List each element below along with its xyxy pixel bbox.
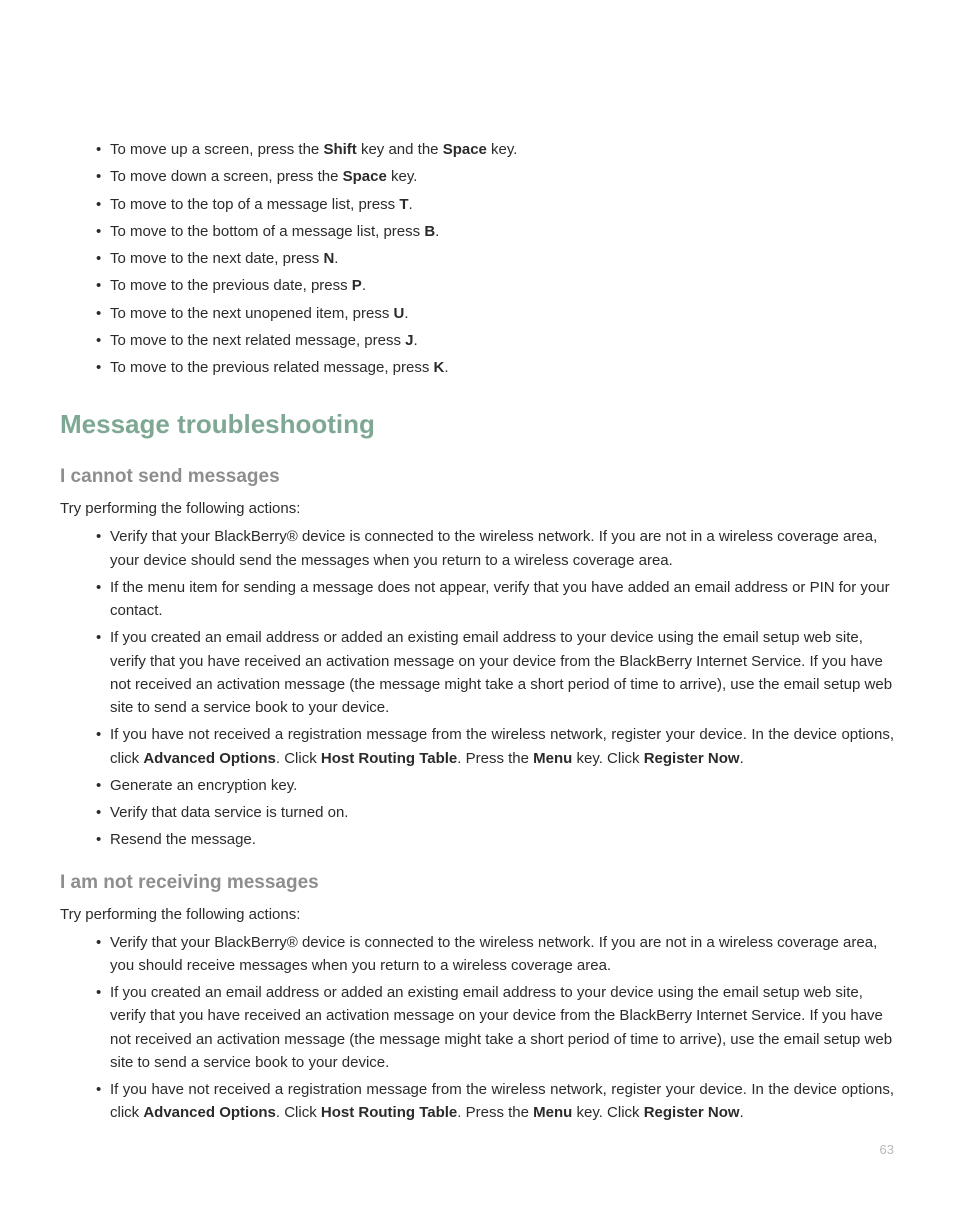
body-text: Verify that your BlackBerry® device is c… bbox=[110, 528, 877, 568]
shortcut-text: To move down a screen, press the bbox=[110, 168, 343, 185]
cannot-send-list: Verify that your BlackBerry® device is c… bbox=[60, 525, 894, 851]
shortcut-item: To move to the previous date, press P. bbox=[110, 274, 894, 297]
body-text: . Press the bbox=[457, 750, 533, 767]
list-item: Verify that data service is turned on. bbox=[110, 801, 894, 824]
body-text: . Click bbox=[276, 1104, 321, 1121]
intro-text: Try performing the following actions: bbox=[60, 906, 894, 923]
list-item: If you created an email address or added… bbox=[110, 626, 894, 719]
shortcut-text: To move to the next unopened item, press bbox=[110, 305, 394, 322]
list-item: If the menu item for sending a message d… bbox=[110, 576, 894, 623]
shortcut-text: . bbox=[444, 359, 448, 376]
shortcut-key: P bbox=[352, 277, 362, 294]
body-text: . Click bbox=[276, 750, 321, 767]
bold-label: Host Routing Table bbox=[321, 1104, 457, 1121]
body-text: Resend the message. bbox=[110, 831, 256, 848]
bold-label: Menu bbox=[533, 750, 572, 767]
shortcut-item: To move to the next date, press N. bbox=[110, 247, 894, 270]
shortcut-text: . bbox=[408, 196, 412, 213]
shortcut-item: To move to the next related message, pre… bbox=[110, 329, 894, 352]
shortcut-key: B bbox=[424, 223, 435, 240]
shortcut-key: K bbox=[434, 359, 445, 376]
body-text: If you created an email address or added… bbox=[110, 629, 892, 716]
body-text: Verify that data service is turned on. bbox=[110, 804, 348, 821]
subsection-heading-not-receiving: I am not receiving messages bbox=[60, 872, 894, 894]
shortcut-text: To move to the previous date, press bbox=[110, 277, 352, 294]
shortcut-text: . bbox=[334, 250, 338, 267]
shortcut-item: To move to the bottom of a message list,… bbox=[110, 220, 894, 243]
shortcut-key: Shift bbox=[323, 141, 356, 158]
body-text: key. Click bbox=[572, 750, 643, 767]
body-text: . Press the bbox=[457, 1104, 533, 1121]
list-item: If you created an email address or added… bbox=[110, 981, 894, 1074]
body-text: . bbox=[740, 1104, 744, 1121]
body-text: Generate an encryption key. bbox=[110, 777, 297, 794]
shortcut-item: To move to the next unopened item, press… bbox=[110, 302, 894, 325]
shortcut-text: key and the bbox=[357, 141, 443, 158]
shortcut-key: J bbox=[405, 332, 413, 349]
shortcut-text: To move to the next date, press bbox=[110, 250, 323, 267]
shortcut-text: To move to the bottom of a message list,… bbox=[110, 223, 424, 240]
bold-label: Register Now bbox=[644, 1104, 740, 1121]
body-text: key. Click bbox=[572, 1104, 643, 1121]
body-text: If you created an email address or added… bbox=[110, 984, 892, 1071]
shortcut-key: U bbox=[394, 305, 405, 322]
shortcut-text: . bbox=[414, 332, 418, 349]
subsection-heading-cannot-send: I cannot send messages bbox=[60, 466, 894, 488]
list-item: Resend the message. bbox=[110, 828, 894, 851]
shortcut-item: To move to the previous related message,… bbox=[110, 356, 894, 379]
body-text: If the menu item for sending a message d… bbox=[110, 579, 890, 619]
shortcut-text: key. bbox=[387, 168, 418, 185]
list-item: If you have not received a registration … bbox=[110, 1078, 894, 1125]
shortcut-text: To move up a screen, press the bbox=[110, 141, 323, 158]
document-page: To move up a screen, press the Shift key… bbox=[0, 0, 954, 1205]
shortcut-text: To move to the next related message, pre… bbox=[110, 332, 405, 349]
shortcut-text: To move to the top of a message list, pr… bbox=[110, 196, 399, 213]
list-item: Verify that your BlackBerry® device is c… bbox=[110, 525, 894, 572]
section-heading: Message troubleshooting bbox=[60, 409, 894, 440]
list-item: Verify that your BlackBerry® device is c… bbox=[110, 931, 894, 978]
shortcut-list: To move up a screen, press the Shift key… bbox=[60, 138, 894, 379]
shortcut-item: To move up a screen, press the Shift key… bbox=[110, 138, 894, 161]
shortcut-text: . bbox=[404, 305, 408, 322]
not-receiving-list: Verify that your BlackBerry® device is c… bbox=[60, 931, 894, 1125]
shortcut-text: key. bbox=[487, 141, 518, 158]
shortcut-item: To move to the top of a message list, pr… bbox=[110, 193, 894, 216]
shortcut-text: . bbox=[435, 223, 439, 240]
shortcut-item: To move down a screen, press the Space k… bbox=[110, 165, 894, 188]
shortcut-key: Space bbox=[443, 141, 487, 158]
page-number: 63 bbox=[880, 1142, 894, 1157]
body-text: . bbox=[740, 750, 744, 767]
bold-label: Advanced Options bbox=[143, 1104, 276, 1121]
body-text: Verify that your BlackBerry® device is c… bbox=[110, 934, 877, 974]
shortcut-text: . bbox=[362, 277, 366, 294]
intro-text: Try performing the following actions: bbox=[60, 500, 894, 517]
shortcut-key: N bbox=[323, 250, 334, 267]
bold-label: Advanced Options bbox=[143, 750, 276, 767]
list-item: If you have not received a registration … bbox=[110, 723, 894, 770]
bold-label: Register Now bbox=[644, 750, 740, 767]
list-item: Generate an encryption key. bbox=[110, 774, 894, 797]
shortcut-key: Space bbox=[343, 168, 387, 185]
bold-label: Menu bbox=[533, 1104, 572, 1121]
shortcut-text: To move to the previous related message,… bbox=[110, 359, 434, 376]
bold-label: Host Routing Table bbox=[321, 750, 457, 767]
